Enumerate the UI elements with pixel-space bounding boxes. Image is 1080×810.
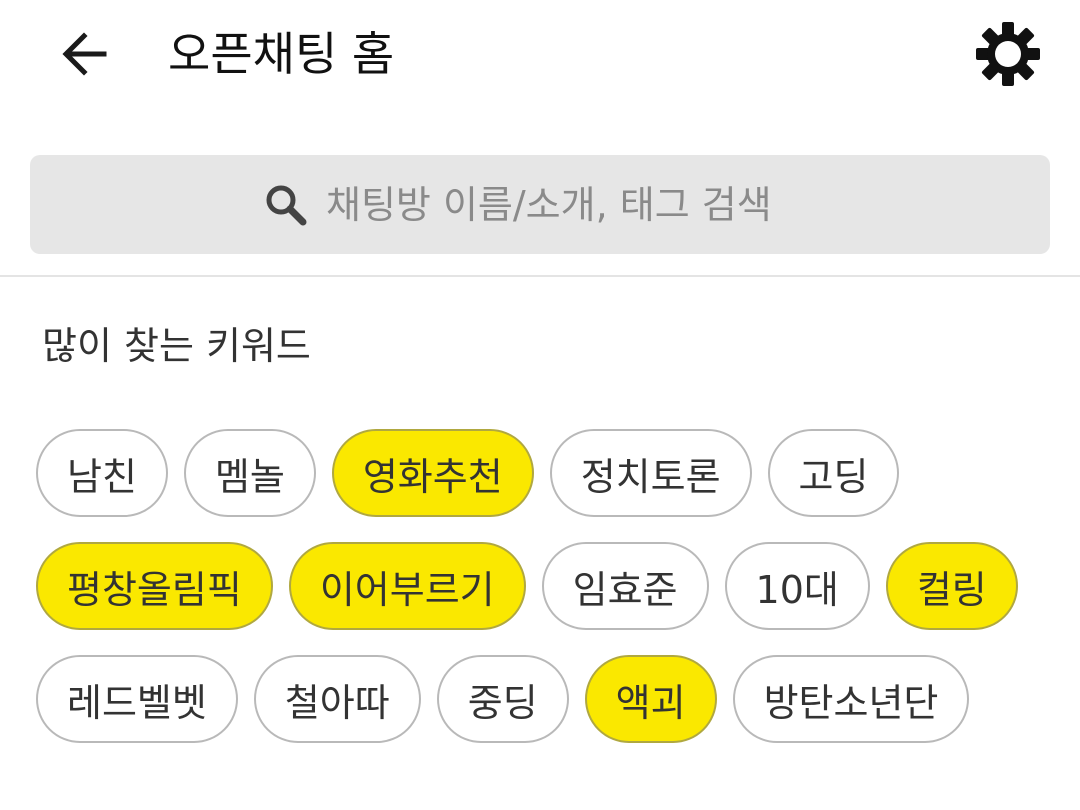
keyword-chip[interactable]: 고딩 — [767, 429, 900, 517]
keyword-chip[interactable]: 액괴 — [584, 655, 717, 743]
settings-button[interactable] — [970, 16, 1046, 92]
search-bar[interactable] — [30, 155, 1050, 254]
keyword-chip[interactable]: 레드벨벳 — [36, 655, 238, 743]
keyword-chip[interactable]: 정치토론 — [549, 429, 752, 517]
back-button[interactable] — [52, 22, 116, 86]
search-input[interactable] — [326, 182, 826, 227]
page-title: 오픈채팅 홈 — [168, 27, 395, 81]
keyword-chip[interactable]: 컬링 — [885, 542, 1018, 630]
keyword-chip[interactable]: 멤놀 — [183, 429, 316, 517]
keyword-chip[interactable]: 임효준 — [541, 542, 709, 630]
gear-icon — [976, 22, 1040, 86]
keyword-chip[interactable]: 방탄소년단 — [732, 655, 970, 743]
divider — [0, 275, 1080, 277]
app-header: 오픈채팅 홈 — [0, 0, 1080, 110]
keyword-chip[interactable]: 10대 — [724, 542, 870, 630]
keyword-chip-list: 남친 멤놀 영화추천 정치토론 고딩 평창올림픽 이어부르기 임효준 10대 컬… — [36, 429, 1046, 743]
arrow-left-icon — [62, 32, 107, 76]
keyword-chip[interactable]: 남친 — [36, 429, 168, 517]
keyword-chip[interactable]: 평창올림픽 — [36, 542, 273, 630]
search-icon — [264, 183, 308, 227]
keyword-chip[interactable]: 중딩 — [436, 655, 569, 743]
keyword-chip[interactable]: 영화추천 — [331, 429, 534, 517]
keyword-chip[interactable]: 이어부르기 — [288, 542, 526, 630]
keyword-chip[interactable]: 철아따 — [253, 655, 421, 743]
keywords-section-title: 많이 찾는 키워드 — [42, 324, 311, 368]
